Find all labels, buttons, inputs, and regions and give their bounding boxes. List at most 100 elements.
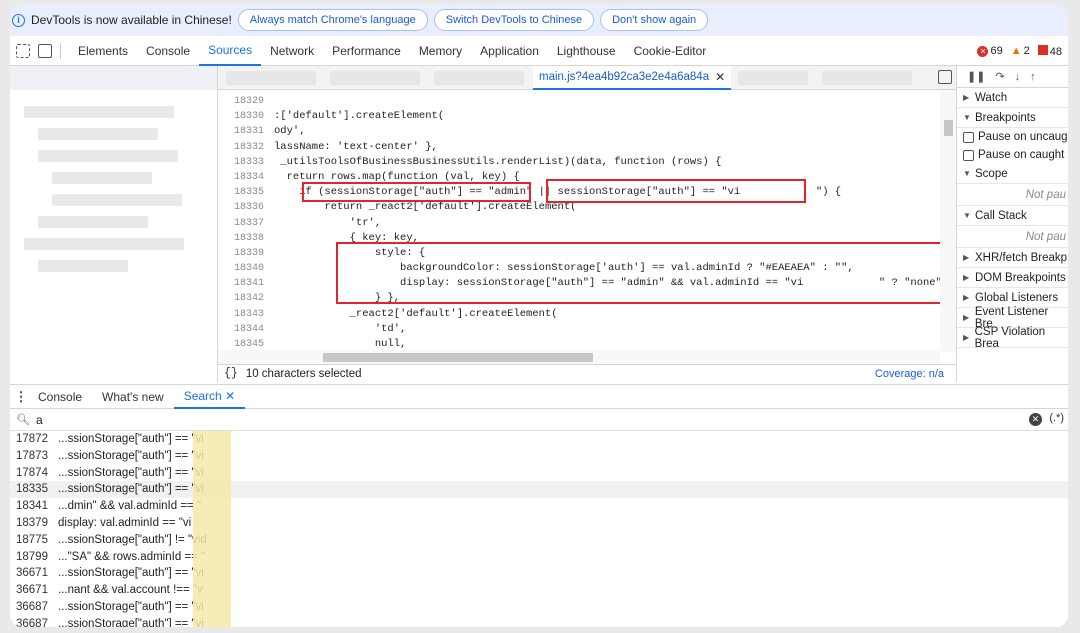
- step-out-icon[interactable]: ↑: [1030, 71, 1036, 83]
- more-options-icon[interactable]: ⋮: [14, 389, 28, 405]
- inspect-element-icon[interactable]: [16, 43, 30, 58]
- search-result-row[interactable]: 18775 ...ssionStorage["auth"] != "vid: [10, 531, 1068, 549]
- code-line[interactable]: 18329: [218, 94, 938, 109]
- toggle-debugger-icon[interactable]: [938, 70, 952, 84]
- tab-elements[interactable]: Elements: [69, 36, 137, 66]
- line-number[interactable]: 18343: [218, 307, 264, 322]
- pretty-print-button[interactable]: {}: [224, 367, 238, 380]
- switch-to-chinese-button[interactable]: Switch DevTools to Chinese: [433, 9, 595, 31]
- match-language-button[interactable]: Always match Chrome's language: [237, 9, 428, 31]
- line-number[interactable]: 18329: [218, 94, 264, 109]
- scrollbar-thumb[interactable]: [944, 120, 953, 136]
- watch-section[interactable]: ▶ Watch: [957, 88, 1068, 108]
- search-result-row[interactable]: 17872 ...ssionStorage["auth"] == "vi: [10, 431, 1068, 448]
- match-highlight: [193, 565, 231, 583]
- issue-counters[interactable]: ✕ 69 ▲ 2 48: [977, 36, 1062, 66]
- line-number[interactable]: 18342: [218, 291, 264, 306]
- vertical-scrollbar[interactable]: [940, 90, 956, 352]
- search-result-row[interactable]: 18335 ...ssionStorage["auth"] == "vi: [10, 481, 1068, 499]
- tab-cookie-editor[interactable]: Cookie-Editor: [625, 36, 716, 66]
- code-lines[interactable]: 18329 18330:['default'].createElement(183…: [218, 94, 955, 350]
- search-result-row[interactable]: 36671 ...ssionStorage["auth"] == "vi: [10, 565, 1068, 583]
- warning-count[interactable]: ▲ 2: [1011, 45, 1030, 57]
- pause-icon[interactable]: ❚❚: [967, 70, 985, 83]
- pause-caught-checkbox[interactable]: Pause on caught: [957, 146, 1068, 164]
- line-number[interactable]: 18339: [218, 246, 264, 261]
- step-over-icon[interactable]: ↷: [995, 70, 1004, 83]
- line-number[interactable]: 18330: [218, 109, 264, 124]
- search-result-row[interactable]: 36671 ...nant && val.account !== "v: [10, 582, 1068, 599]
- code-line[interactable]: 18332 lassName: 'text-center' },: [218, 140, 938, 155]
- search-result-row[interactable]: 18379 display: val.adminId == "vi: [10, 514, 1068, 532]
- result-text: ...ssionStorage["auth"] != "vid: [58, 533, 207, 546]
- highlight-box-auth-check: [546, 179, 806, 203]
- match-highlight: [193, 615, 231, 627]
- code-line[interactable]: 18343 _react2['default'].createElement(: [218, 307, 938, 322]
- search-result-row[interactable]: 17873 ...ssionStorage["auth"] == "vi: [10, 447, 1068, 465]
- code-text: return _react2['default'].createElement(: [274, 201, 577, 214]
- close-icon[interactable]: ✕: [715, 70, 725, 84]
- match-highlight: [193, 481, 231, 499]
- checkbox[interactable]: [963, 131, 974, 143]
- breakpoints-section[interactable]: ▼ Breakpoints: [957, 108, 1068, 128]
- line-number[interactable]: 18334: [218, 170, 264, 185]
- line-number[interactable]: 18340: [218, 261, 264, 276]
- dom-breakpoints-section[interactable]: ▶ DOM Breakpoints: [957, 268, 1068, 288]
- code-line[interactable]: 18344 'td',: [218, 322, 938, 337]
- code-line[interactable]: 18333 _utilsToolsOfBusinessBusinessUtils…: [218, 155, 938, 170]
- line-number[interactable]: 18344: [218, 322, 264, 337]
- search-result-row[interactable]: 36687 ...ssionStorage["auth"] == "vi: [10, 615, 1068, 627]
- line-number[interactable]: 18338: [218, 231, 264, 246]
- tab-sources[interactable]: Sources: [199, 36, 262, 66]
- scrollbar-thumb[interactable]: [323, 353, 593, 362]
- close-icon[interactable]: ✕: [225, 389, 235, 403]
- result-text: ...dmin" && val.adminId == ": [58, 500, 202, 513]
- code-line[interactable]: 18330:['default'].createElement(: [218, 109, 938, 124]
- line-number[interactable]: 18333: [218, 155, 264, 170]
- checkbox[interactable]: [963, 149, 974, 161]
- code-line[interactable]: 18337 'tr',: [218, 216, 938, 231]
- horizontal-scrollbar[interactable]: [218, 350, 940, 364]
- xhr-breakpoints-section[interactable]: ▶ XHR/fetch Breakp: [957, 248, 1068, 268]
- file-tab-main-js[interactable]: main.js?4ea4b92ca3e2e4a6a84a ✕: [533, 66, 732, 90]
- step-into-icon[interactable]: ↓: [1015, 71, 1021, 83]
- drawer-tab-whats-new[interactable]: What's new: [92, 385, 174, 409]
- drawer-tab-console[interactable]: Console: [28, 385, 92, 409]
- device-toolbar-icon[interactable]: [38, 43, 52, 58]
- drawer-tab-search[interactable]: Search ✕: [173, 385, 246, 409]
- tab-application[interactable]: Application: [471, 36, 548, 66]
- csp-violation-breakpoints-section[interactable]: ▶ CSP Violation Brea: [957, 326, 1068, 350]
- tab-console[interactable]: Console: [137, 36, 199, 66]
- bottom-drawer: ⋮ Console What's new Search ✕ 🔍︎ a ✕ (.*…: [10, 384, 1068, 627]
- search-result-row[interactable]: 36687 ...ssionStorage["auth"] == "vi: [10, 598, 1068, 616]
- call-stack-section[interactable]: ▼ Call Stack: [957, 206, 1068, 226]
- error-count[interactable]: ✕ 69: [977, 45, 1003, 57]
- code-text: 'td',: [274, 322, 407, 335]
- line-number[interactable]: 18337: [218, 216, 264, 231]
- scope-section[interactable]: ▼ Scope: [957, 164, 1068, 184]
- search-result-row[interactable]: 18799 ..."SA" && rows.adminId == ": [10, 548, 1068, 566]
- coverage-link[interactable]: Coverage: n/a: [875, 368, 944, 380]
- tab-memory[interactable]: Memory: [410, 36, 471, 66]
- pause-uncaught-checkbox[interactable]: Pause on uncaug: [957, 128, 1068, 146]
- line-number[interactable]: 18332: [218, 140, 264, 155]
- code-line[interactable]: 18331 ody',: [218, 124, 938, 139]
- expand-icon: ▶: [963, 253, 970, 262]
- issues-count[interactable]: 48: [1037, 44, 1062, 58]
- tab-network[interactable]: Network: [261, 36, 323, 66]
- search-result-row[interactable]: 18341 ...dmin" && val.adminId == ": [10, 498, 1068, 515]
- line-number[interactable]: 18336: [218, 200, 264, 215]
- line-number[interactable]: 18341: [218, 276, 264, 291]
- regex-toggle[interactable]: (.*): [1049, 412, 1064, 424]
- search-input[interactable]: a: [36, 413, 43, 427]
- tab-lighthouse[interactable]: Lighthouse: [548, 36, 625, 66]
- clear-search-icon[interactable]: ✕: [1029, 413, 1042, 426]
- tab-performance[interactable]: Performance: [323, 36, 410, 66]
- search-result-row[interactable]: 17874 ...ssionStorage["auth"] == "vi: [10, 464, 1068, 482]
- line-number[interactable]: 18331: [218, 124, 264, 139]
- dont-show-again-button[interactable]: Don't show again: [600, 9, 709, 31]
- result-line-number: 36671: [16, 567, 48, 580]
- line-number[interactable]: 18335: [218, 185, 264, 200]
- search-bar[interactable]: 🔍︎ a ✕ (.*): [10, 409, 1068, 431]
- expand-icon: ▶: [963, 273, 970, 282]
